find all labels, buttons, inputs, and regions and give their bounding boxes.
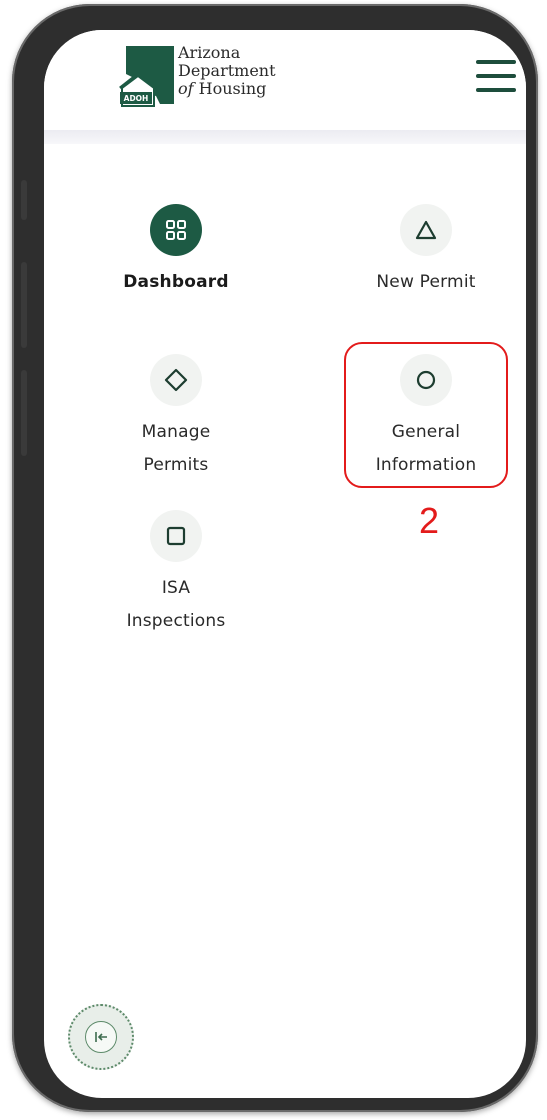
- collapse-left-icon: [85, 1021, 117, 1053]
- nav-label-new-permit: New Permit: [376, 272, 476, 292]
- app-header: ADOH Arizona Department of Housing: [44, 30, 526, 130]
- org-name-line2: Department: [178, 61, 276, 80]
- grid-icon: [150, 204, 202, 256]
- logo-badge-text: ADOH: [124, 94, 149, 103]
- nav-label-permits: Permits: [143, 455, 209, 475]
- collapse-sidebar-button[interactable]: [68, 1004, 134, 1070]
- step-number: 2: [418, 500, 440, 541]
- nav-item-isa-inspections[interactable]: ISA Inspections: [96, 510, 256, 638]
- volume-down-button: [21, 370, 27, 456]
- nav-label-inspections: Inspections: [126, 611, 226, 631]
- header-divider: [44, 130, 526, 144]
- nav-item-dashboard[interactable]: Dashboard: [96, 204, 256, 299]
- volume-up-button: [21, 262, 27, 348]
- nav-label-manage-permits: Manage Permits: [96, 416, 256, 482]
- org-name-line3: of Housing: [178, 80, 276, 98]
- step-highlight-box: [344, 342, 508, 488]
- org-name-of: of: [178, 79, 194, 98]
- app-screen: ADOH Arizona Department of Housing Dashb…: [44, 30, 526, 1098]
- nav-label-manage: Manage: [141, 422, 211, 442]
- phone-frame: ADOH Arizona Department of Housing Dashb…: [12, 4, 538, 1112]
- org-name: Arizona Department of Housing: [178, 44, 276, 98]
- triangle-icon: [400, 204, 452, 256]
- diamond-icon: [150, 354, 202, 406]
- mute-switch: [21, 180, 27, 220]
- nav-item-manage-permits[interactable]: Manage Permits: [96, 354, 256, 482]
- page: ADOH Arizona Department of Housing Dashb…: [0, 0, 547, 1120]
- nav-label-dashboard: Dashboard: [123, 272, 229, 292]
- org-name-line1: Arizona: [178, 43, 241, 62]
- hamburger-icon[interactable]: [476, 60, 518, 94]
- square-icon: [150, 510, 202, 562]
- nav-label-isa-inspections: ISA Inspections: [96, 572, 256, 638]
- org-name-housing: Housing: [198, 79, 267, 98]
- nav-item-new-permit[interactable]: New Permit: [346, 204, 506, 299]
- nav-label-isa: ISA: [161, 578, 191, 598]
- adoh-logo[interactable]: ADOH: [116, 44, 176, 108]
